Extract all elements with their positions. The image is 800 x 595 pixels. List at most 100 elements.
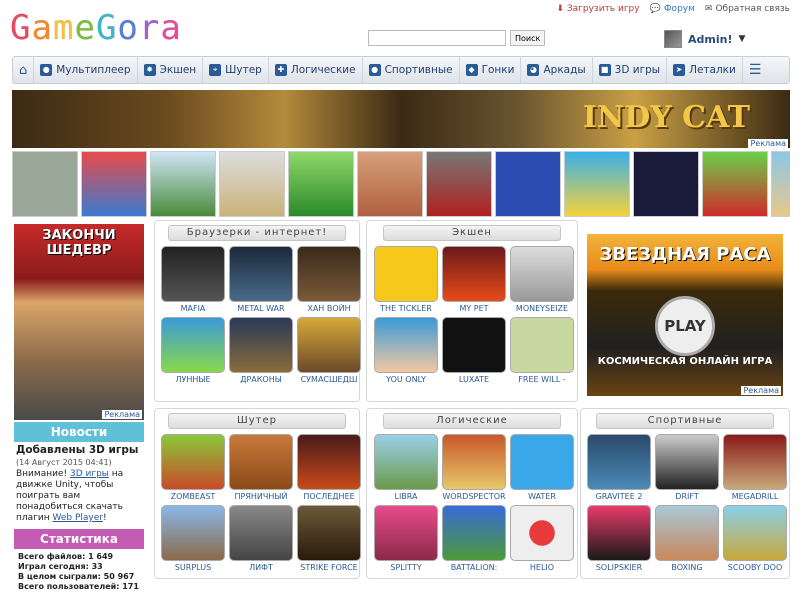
panel-title[interactable]: Шутер [168,413,346,429]
game-tile[interactable]: SCOOBY DOO [722,505,788,574]
feedback-link[interactable]: ✉ Обратная связь [705,4,790,14]
game-tile[interactable]: FREE WILL - [509,317,575,386]
nav-multiplayer[interactable]: ● Мультиплеер [34,57,138,83]
category-panel-shooter: Шутер ZOMBEAST ПРЯНИЧНЫЙ ПОСЛЕДНЕЕ SURPL… [154,408,362,579]
play-button[interactable]: PLAY [655,296,715,356]
nav-flying[interactable]: ➤ Леталки [667,57,743,83]
game-tile[interactable]: LUXATE [441,317,507,386]
game-thumb [297,434,361,490]
featured-thumb[interactable] [150,151,216,217]
plane-icon: ➤ [673,64,686,76]
featured-thumb[interactable] [426,151,492,217]
game-thumb [510,505,574,561]
featured-thumb[interactable] [633,151,699,217]
game-thumb [297,505,361,561]
left-ad[interactable]: ЗАКОНЧИ ШЕДЕВР Реклама [14,224,144,420]
game-tile[interactable]: ЛИФТ [228,505,294,574]
nav-shooter[interactable]: ⌖ Шутер [203,57,269,83]
featured-thumb[interactable] [564,151,630,217]
nav-action[interactable]: ✸ Экшен [138,57,204,83]
game-tile[interactable]: ЛУННЫЕ [160,317,226,386]
nav-home[interactable]: ⌂ [13,57,35,83]
left-ad-label[interactable]: Реклама [102,410,142,419]
game-tile[interactable]: HELIO [509,505,575,574]
game-thumb [442,317,506,373]
game-tile[interactable]: ПРЯНИЧНЫЙ [228,434,294,503]
game-tile[interactable]: THE TICKLER [373,246,439,315]
game-tile[interactable]: WORDSPECTOR [441,434,507,503]
featured-thumb[interactable] [12,151,78,217]
site-logo[interactable]: GameGora [9,8,182,49]
featured-thumb[interactable] [288,151,354,217]
game-tile[interactable]: LIBRA [373,434,439,503]
game-tile[interactable]: ДРАКОНЫ [228,317,294,386]
nav-menu[interactable]: ☰ [743,57,768,83]
game-tile[interactable]: MY PET [441,246,507,315]
category-panel-logic: Логические LIBRA WORDSPECTOR WATER SPLIT… [366,408,578,579]
game-thumb [374,434,438,490]
game-tile[interactable]: YOU ONLY [373,317,439,386]
game-tile[interactable]: METAL WAR [228,246,294,315]
game-thumb [229,434,293,490]
game-tile[interactable]: MEGADRILL [722,434,788,503]
game-tile[interactable]: SURPLUS [160,505,226,574]
game-tile[interactable]: BATTALION: [441,505,507,574]
game-tile[interactable]: СУМАСШЕДШ [296,317,362,386]
user-menu[interactable]: Admin! ▼ [664,30,745,48]
banner-ad-label[interactable]: Реклама [748,139,788,148]
search-button[interactable]: Поиск [510,30,546,46]
panel-title[interactable]: Спортивные [596,413,774,429]
panel-title[interactable]: Браузерки - интернет! [168,225,346,241]
news-title[interactable]: Добавлены 3D игры [16,444,138,456]
game-name: THE TICKLER [380,304,432,313]
hamburger-icon: ☰ [748,62,762,78]
game-tile[interactable]: BOXING [654,505,720,574]
featured-thumb[interactable] [357,151,423,217]
nav-racing[interactable]: ◆ Гонки [460,57,522,83]
news-link-webplayer[interactable]: Web Player [53,513,104,523]
burst-icon: ✸ [143,64,156,76]
game-name: MONEYSEIZE [515,304,569,313]
car-icon: ◆ [465,64,478,76]
game-thumb [655,434,719,490]
upload-game-link[interactable]: ⬇ Загрузить игру [556,4,639,14]
game-name: GRAVITEE 2 [595,492,643,501]
game-tile[interactable]: DRIFT [654,434,720,503]
game-tile[interactable]: ПОСЛЕДНЕЕ [296,434,362,503]
game-tile[interactable]: SPLITTY [373,505,439,574]
right-ad[interactable]: ЗВЕЗДНАЯ РАСА PLAY КОСМИЧЕСКАЯ ОНЛАЙН ИГ… [587,234,783,396]
nav-logic[interactable]: ✚ Логические [269,57,363,83]
news-text: Внимание! [16,469,68,479]
news-text: ! [103,513,107,523]
game-tile[interactable]: WATER [509,434,575,503]
game-thumb [587,434,651,490]
game-tile[interactable]: SOLIPSKIER [586,505,652,574]
game-tile[interactable]: ZOMBEAST [160,434,226,503]
news-link-3d[interactable]: 3D игры [70,469,109,479]
game-tile[interactable]: MONEYSEIZE [509,246,575,315]
nav-3d[interactable]: ■ 3D игры [593,57,668,83]
game-thumb [510,317,574,373]
game-tile[interactable]: GRAVITEE 2 [586,434,652,503]
featured-games-strip [12,151,790,217]
right-ad-label[interactable]: Реклама [741,386,781,395]
nav-arcade[interactable]: ◕ Аркады [521,57,593,83]
search-input[interactable] [368,30,506,46]
featured-thumb[interactable] [771,151,790,217]
featured-thumb[interactable] [702,151,768,217]
top-banner-ad[interactable]: INDY CAT Реклама [12,90,790,148]
panel-title[interactable]: Логические [383,413,561,429]
forum-link[interactable]: 💬 Форум [650,4,695,14]
panel-title[interactable]: Экшен [383,225,561,241]
game-tile[interactable]: STRIKE FORCE [296,505,362,574]
nav-sports[interactable]: ● Спортивные [363,57,460,83]
featured-thumb[interactable] [81,151,147,217]
game-tile[interactable]: MAFIA [160,246,226,315]
featured-thumb[interactable] [495,151,561,217]
game-name: BOXING [671,563,703,572]
game-tile[interactable]: ХАН ВОЙН [296,246,362,315]
game-thumb [510,246,574,302]
featured-thumb[interactable] [219,151,285,217]
game-name: ХАН ВОЙН [307,304,351,313]
game-thumb [655,505,719,561]
